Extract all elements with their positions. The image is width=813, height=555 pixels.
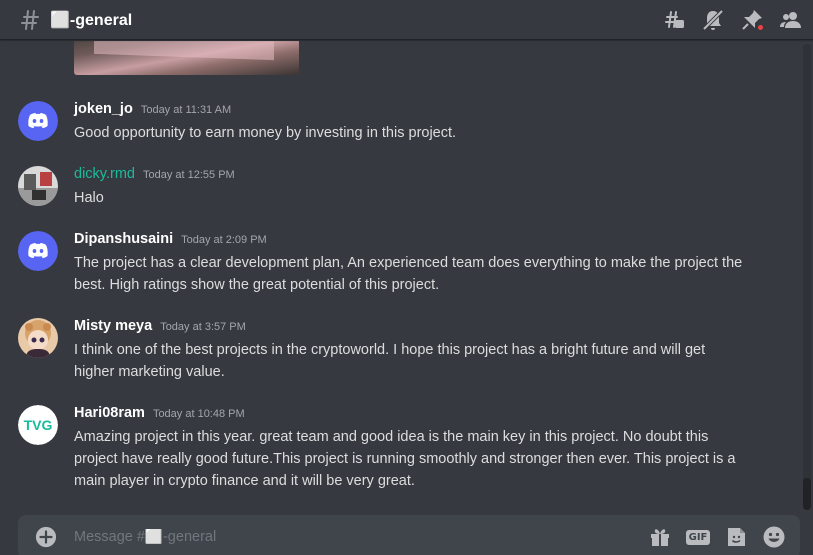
avatar[interactable]: [18, 101, 58, 141]
timestamp: Today at 12:55 PM: [142, 169, 235, 181]
hash-icon: [21, 9, 39, 30]
avatar[interactable]: [18, 318, 58, 358]
anime-avatar-icon: [18, 318, 58, 358]
username[interactable]: Dipanshusaini: [74, 231, 173, 247]
message-composer: GIF: [18, 515, 800, 555]
tvg-logo: TVG: [18, 405, 58, 445]
threads-icon[interactable]: [662, 8, 686, 32]
avatar[interactable]: [18, 231, 58, 271]
gif-label: GIF: [685, 529, 711, 545]
message-list: joken_jo Today at 11:31 AM Good opportun…: [0, 41, 803, 510]
header-toolbar: [647, 0, 803, 40]
svg-text:TVG: TVG: [24, 417, 53, 433]
message-text: Amazing project in this year. great team…: [74, 429, 736, 489]
gift-icon[interactable]: [647, 524, 673, 550]
sticker-icon[interactable]: [723, 524, 749, 550]
timestamp: Today at 10:48 PM: [152, 408, 245, 420]
discord-logo-icon: [18, 101, 58, 141]
message-text: Halo: [74, 190, 104, 206]
channel-header: ⬜-general: [0, 0, 813, 40]
message-text: Good opportunity to earn money by invest…: [74, 125, 457, 141]
gif-button[interactable]: GIF: [685, 524, 711, 550]
message-text: The project has a clear development plan…: [74, 255, 743, 293]
timestamp: Today at 2:09 PM: [181, 234, 267, 246]
discord-logo-icon: [18, 231, 58, 271]
message-input[interactable]: [74, 529, 594, 545]
emoji-icon[interactable]: [761, 524, 787, 550]
username[interactable]: Hari08ram: [74, 405, 145, 421]
pin-notification-dot: [756, 23, 765, 32]
avatar[interactable]: [18, 166, 58, 206]
pin-icon[interactable]: [740, 8, 765, 32]
username[interactable]: Misty meya: [74, 318, 152, 334]
add-attachment-icon[interactable]: [35, 526, 57, 548]
username[interactable]: dicky.rmd: [74, 166, 135, 182]
image-attachment[interactable]: [74, 41, 299, 75]
timestamp: Today at 3:57 PM: [160, 321, 246, 333]
message-text: I think one of the best projects in the …: [74, 342, 706, 380]
channel-name: ⬜-general: [50, 11, 133, 29]
user-photo-icon: [18, 166, 58, 206]
username[interactable]: joken_jo: [74, 101, 133, 117]
avatar[interactable]: TVG: [18, 405, 58, 445]
composer-toolbar: GIF: [635, 524, 787, 550]
timestamp: Today at 11:31 AM: [140, 104, 232, 116]
scrollbar-track[interactable]: [803, 44, 811, 510]
scrollbar-thumb[interactable]: [803, 478, 811, 510]
mute-icon[interactable]: [701, 8, 725, 32]
members-icon[interactable]: [779, 8, 803, 32]
